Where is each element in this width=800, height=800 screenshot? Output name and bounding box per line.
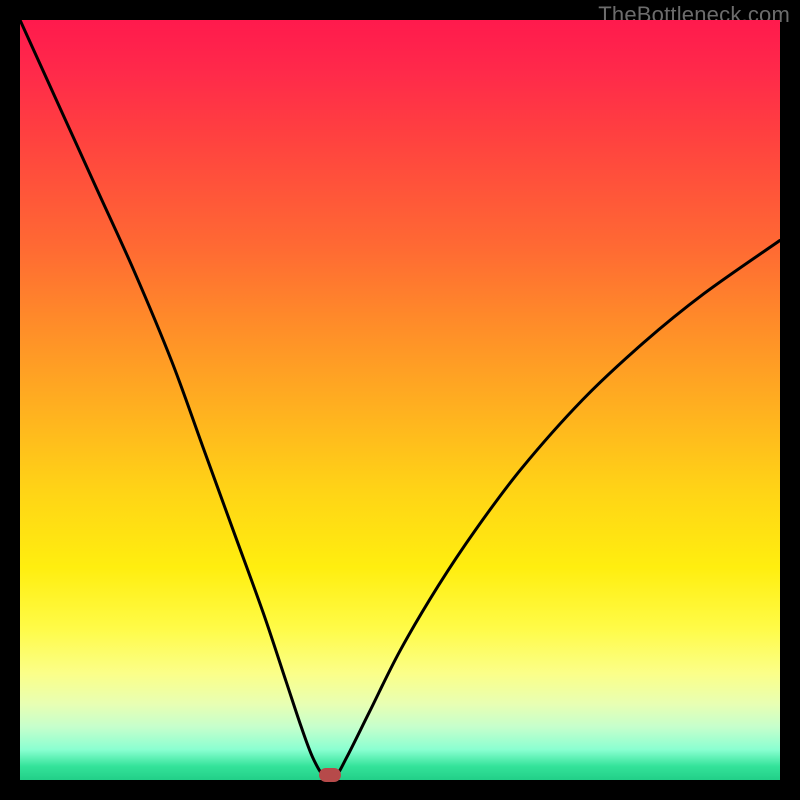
curve-layer bbox=[20, 20, 780, 780]
bottleneck-curve bbox=[20, 20, 780, 779]
optimum-marker bbox=[319, 768, 341, 782]
plot-area bbox=[20, 20, 780, 780]
chart-frame: TheBottleneck.com bbox=[0, 0, 800, 800]
